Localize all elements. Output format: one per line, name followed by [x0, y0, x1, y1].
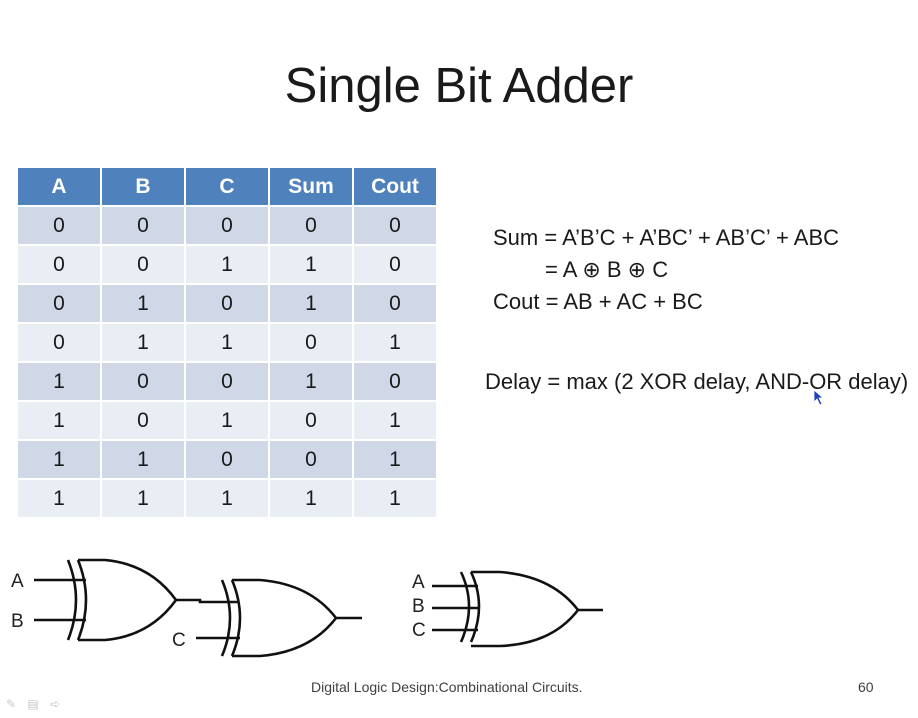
table-cell: 0: [353, 361, 436, 401]
table-cell: 1: [269, 244, 354, 284]
table-cell: 0: [18, 283, 102, 323]
table-cell: 1: [269, 361, 354, 401]
table-cell: 1: [101, 439, 186, 479]
table-row: 1 1 1 1 1: [18, 478, 436, 517]
input-label-b: B: [412, 596, 425, 617]
sum-xor-equation: = A ⊕ B ⊕ C: [545, 257, 669, 282]
table-cell: 0: [101, 361, 186, 401]
table-cell: 0: [353, 205, 436, 245]
header-cell: A: [18, 168, 102, 206]
arrow-right-icon[interactable]: ➪: [50, 697, 60, 711]
table-row: 0 1 0 1 0: [18, 283, 436, 323]
xor-gate-2: [220, 578, 338, 658]
input-label-c: C: [172, 630, 186, 651]
header-cell: B: [101, 168, 186, 206]
header-cell: Cout: [353, 168, 436, 206]
slideshow-toolbar: ✎ ▤ ➪: [6, 697, 68, 711]
slide-title: Single Bit Adder: [284, 59, 634, 113]
table-cell: 0: [101, 244, 186, 284]
table-row: 0 0 1 1 0: [18, 244, 436, 284]
table-cell: 1: [101, 478, 186, 517]
table-cell: 1: [101, 283, 186, 323]
delay-equation: Delay = max (2 XOR delay, AND-OR delay): [485, 369, 909, 394]
input-label-b: B: [11, 611, 24, 632]
table-cell: 1: [18, 478, 102, 517]
cout-equation: Cout = AB + AC + BC: [493, 289, 703, 314]
table-cell: 0: [18, 244, 102, 284]
sum-equation: Sum = A’B’C + A’BC’ + AB’C’ + ABC: [493, 225, 840, 250]
table-cell: 1: [269, 478, 354, 517]
table-cell: 0: [185, 439, 270, 479]
input-label-a: A: [412, 572, 425, 593]
table-cell: 1: [185, 244, 270, 284]
header-cell: Sum: [269, 168, 354, 206]
mouse-cursor-icon: [813, 389, 825, 406]
table-cell: 1: [269, 283, 354, 323]
table-cell: 1: [185, 322, 270, 362]
table-cell: 1: [353, 439, 436, 479]
table-cell: 1: [101, 322, 186, 362]
table-cell: 1: [185, 478, 270, 517]
adder-circuit-diagram: A B C A B C: [11, 558, 603, 658]
table-cell: 1: [353, 478, 436, 517]
table-row: 1 1 0 0 1: [18, 439, 436, 479]
table-cell: 0: [185, 205, 270, 245]
truth-table-header-row: A B C Sum Cout: [18, 168, 436, 206]
input-label-a: A: [11, 571, 24, 592]
table-cell: 0: [185, 283, 270, 323]
slides-icon[interactable]: ▤: [27, 697, 38, 711]
table-cell: 0: [185, 361, 270, 401]
table-cell: 1: [18, 439, 102, 479]
header-cell: C: [185, 168, 270, 206]
table-cell: 1: [18, 400, 102, 440]
table-cell: 0: [269, 439, 354, 479]
table-cell: 1: [353, 400, 436, 440]
table-row: 0 0 0 0 0: [18, 205, 436, 245]
slide-footer: Digital Logic Design:Combinational Circu…: [311, 679, 583, 695]
table-row: 1 0 0 1 0: [18, 361, 436, 401]
table-cell: 0: [101, 205, 186, 245]
table-cell: 0: [269, 322, 354, 362]
table-cell: 1: [185, 400, 270, 440]
pen-icon[interactable]: ✎: [6, 697, 16, 711]
table-cell: 0: [353, 283, 436, 323]
page-number: 60: [858, 679, 874, 695]
truth-table: A B C Sum Cout 0 0 0 0 0 0 0 1 1 0 0 1 0…: [18, 168, 436, 517]
table-row: 1 0 1 0 1: [18, 400, 436, 440]
table-cell: 0: [269, 400, 354, 440]
table-cell: 0: [18, 205, 102, 245]
table-cell: 1: [353, 322, 436, 362]
table-cell: 0: [18, 322, 102, 362]
xor-gate-1: [66, 558, 178, 642]
table-cell: 0: [101, 400, 186, 440]
table-cell: 0: [353, 244, 436, 284]
table-cell: 0: [269, 205, 354, 245]
input-label-c: C: [412, 620, 426, 641]
table-row: 0 1 1 0 1: [18, 322, 436, 362]
table-cell: 1: [18, 361, 102, 401]
